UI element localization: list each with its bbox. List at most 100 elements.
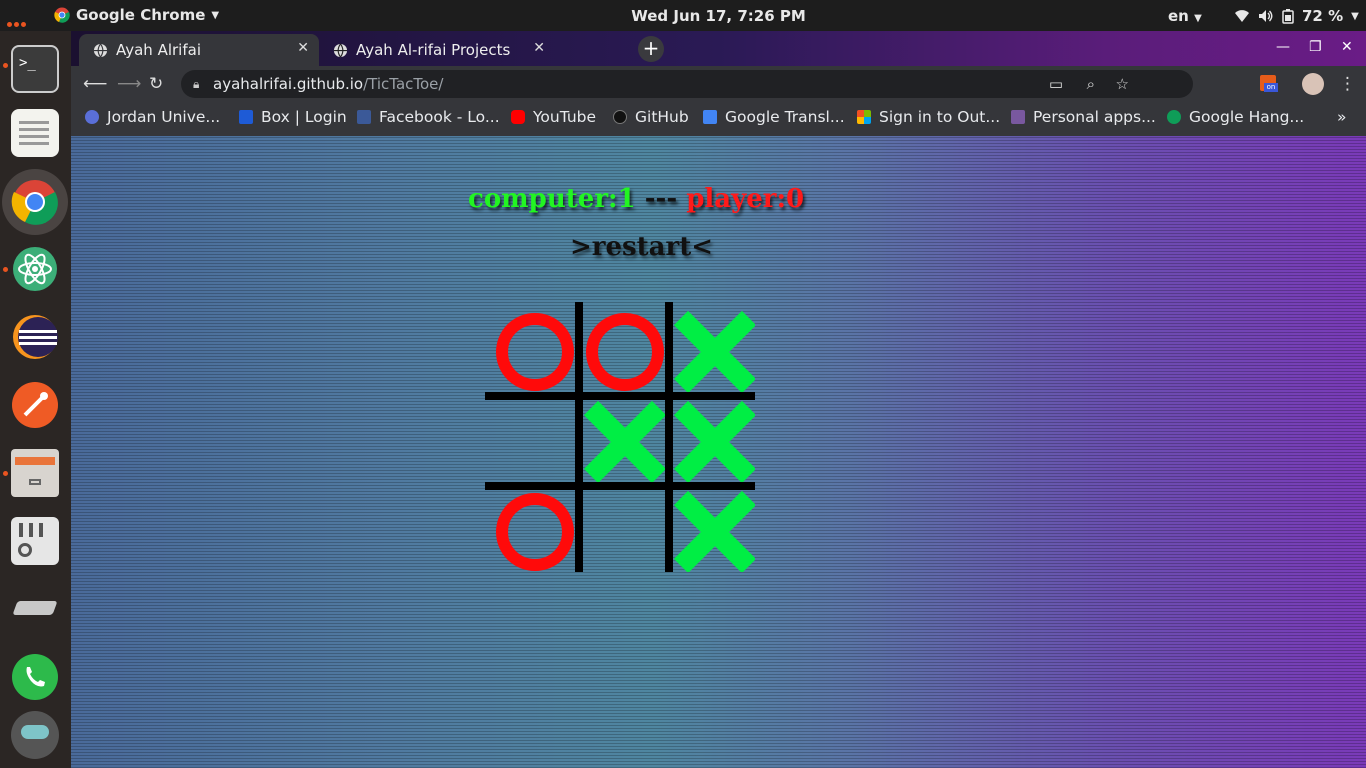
score-separator: --- bbox=[635, 184, 687, 214]
globe-icon bbox=[93, 43, 108, 57]
board-cell[interactable] bbox=[575, 302, 665, 392]
globe-icon bbox=[333, 43, 348, 57]
atom-icon[interactable] bbox=[11, 245, 59, 293]
bookmark-label: Sign in to Out... bbox=[879, 108, 1001, 126]
forward-icon[interactable]: ⟶ bbox=[117, 74, 141, 94]
back-icon[interactable]: ⟵ bbox=[83, 74, 107, 94]
chevron-down-icon: ▼ bbox=[1194, 13, 1202, 24]
bookmarks-bar: Jordan Unive... Box | Login Facebook - L… bbox=[71, 102, 1366, 136]
browser-toolbar: ⟵ ⟶ ↻ 🔒︎ ayahalrifai.github.io/TicTacToe… bbox=[71, 66, 1366, 102]
translate-icon bbox=[703, 110, 717, 124]
university-icon bbox=[85, 110, 99, 124]
board-cell[interactable] bbox=[665, 302, 757, 394]
wifi-icon bbox=[1235, 10, 1249, 22]
tab-ayah-alrifai[interactable]: Ayah Alrifai ✕ bbox=[79, 34, 319, 66]
bookmark-youtube[interactable]: YouTube bbox=[511, 108, 596, 126]
tictactoe-board bbox=[485, 302, 757, 574]
lock-icon: 🔒︎ bbox=[193, 77, 200, 91]
o-mark bbox=[496, 313, 574, 391]
box-icon bbox=[239, 110, 253, 124]
close-icon[interactable]: ✕ bbox=[533, 40, 545, 56]
url-host: ayahalrifai.github.io bbox=[213, 75, 364, 93]
bookmark-label: GitHub bbox=[635, 108, 689, 126]
system-top-bar: Google Chrome ▼ Wed Jun 17, 7:26 PM en ▼… bbox=[0, 0, 1366, 31]
bookmark-label: Personal apps... bbox=[1033, 108, 1156, 126]
bookmark-jordan-university[interactable]: Jordan Unive... bbox=[85, 108, 220, 126]
url-path: /TicTacToe/ bbox=[363, 75, 444, 93]
score-display: computer:1 --- player:0 bbox=[468, 184, 804, 214]
language-indicator[interactable]: en ▼ bbox=[1168, 7, 1202, 25]
bookmark-box[interactable]: Box | Login bbox=[239, 108, 347, 126]
player-score: player:0 bbox=[686, 184, 805, 214]
board-cell[interactable] bbox=[485, 392, 575, 482]
battery-percent: 72 % bbox=[1302, 7, 1344, 25]
whatsapp-icon[interactable] bbox=[11, 653, 59, 701]
bookmark-star-icon[interactable]: ☆ bbox=[1116, 70, 1129, 98]
tab-label: Ayah Al-rifai Projects bbox=[356, 41, 511, 59]
x-mark bbox=[673, 400, 757, 484]
settings-mixer-icon[interactable] bbox=[11, 517, 59, 565]
bookmark-label: YouTube bbox=[533, 108, 597, 126]
zoom-icon[interactable]: ⌕ bbox=[1087, 70, 1095, 98]
restart-button[interactable]: >restart< bbox=[570, 232, 713, 262]
bookmark-label: Jordan Unive... bbox=[107, 108, 221, 126]
terminal-icon[interactable]: >_ bbox=[11, 45, 59, 93]
o-mark bbox=[496, 493, 574, 571]
bookmark-google-translate[interactable]: Google Transl... bbox=[703, 108, 845, 126]
bookmark-label: Google Transl... bbox=[725, 108, 845, 126]
github-icon bbox=[613, 110, 627, 124]
bookmark-hangouts[interactable]: Google Hang... bbox=[1167, 108, 1304, 126]
heroku-icon bbox=[1011, 110, 1025, 124]
postman-icon[interactable] bbox=[11, 381, 59, 429]
chrome-icon[interactable] bbox=[11, 178, 59, 226]
tab-projects[interactable]: Ayah Al-rifai Projects ✕ bbox=[319, 34, 555, 66]
x-mark bbox=[673, 310, 757, 394]
minimize-icon[interactable]: — bbox=[1276, 39, 1290, 55]
maximize-icon[interactable]: ❐ bbox=[1309, 39, 1322, 55]
extension-icon[interactable]: on bbox=[1260, 75, 1278, 92]
new-tab-button[interactable]: + bbox=[638, 36, 664, 62]
tab-label: Ayah Alrifai bbox=[116, 41, 201, 59]
address-bar[interactable]: 🔒︎ ayahalrifai.github.io/TicTacToe/ ▭ ⌕ … bbox=[181, 70, 1193, 98]
board-cell[interactable] bbox=[485, 302, 575, 392]
bookmark-heroku[interactable]: Personal apps... bbox=[1011, 108, 1156, 126]
board-cell[interactable] bbox=[665, 482, 757, 574]
x-mark bbox=[673, 490, 757, 574]
close-icon[interactable]: ✕ bbox=[297, 40, 309, 56]
profile-avatar[interactable] bbox=[1302, 73, 1324, 95]
eclipse-icon[interactable] bbox=[11, 313, 59, 361]
board-cell[interactable] bbox=[575, 392, 667, 484]
page-content: computer:1 --- player:0 >restart< bbox=[71, 136, 1366, 768]
board-cell[interactable] bbox=[575, 482, 665, 572]
tab-strip: Ayah Alrifai ✕ Ayah Al-rifai Projects ✕ … bbox=[71, 31, 1366, 66]
battery-icon bbox=[1282, 8, 1294, 24]
avatar-icon[interactable] bbox=[11, 711, 59, 759]
bookmark-label: Google Hang... bbox=[1189, 108, 1305, 126]
launcher-dock: >_ bbox=[0, 31, 71, 768]
menu-kebab-icon[interactable]: ⋮ bbox=[1339, 74, 1356, 94]
cast-icon[interactable]: ▭ bbox=[1049, 70, 1063, 98]
o-mark bbox=[586, 313, 664, 391]
computer-score: computer:1 bbox=[468, 184, 636, 214]
bookmark-facebook[interactable]: Facebook - Lo... bbox=[357, 108, 500, 126]
bookmark-github[interactable]: GitHub bbox=[613, 108, 689, 126]
board-cell[interactable] bbox=[485, 482, 575, 572]
board-cell[interactable] bbox=[665, 392, 757, 484]
reload-icon[interactable]: ↻ bbox=[149, 74, 163, 94]
youtube-icon bbox=[511, 110, 525, 124]
text-editor-icon[interactable] bbox=[11, 109, 59, 157]
system-tray[interactable]: 72 % ▼ bbox=[1234, 7, 1359, 25]
microsoft-icon bbox=[857, 110, 871, 124]
facebook-icon bbox=[357, 110, 371, 124]
files-icon[interactable] bbox=[11, 449, 59, 497]
system-tools-icon[interactable] bbox=[11, 585, 59, 633]
bookmark-outlook[interactable]: Sign in to Out... bbox=[857, 108, 1000, 126]
clock[interactable]: Wed Jun 17, 7:26 PM bbox=[0, 7, 1366, 25]
bookmark-label: Box | Login bbox=[261, 108, 347, 126]
more-bookmarks-icon[interactable]: » bbox=[1337, 108, 1346, 126]
chevron-down-icon: ▼ bbox=[1351, 10, 1359, 22]
x-mark bbox=[583, 400, 667, 484]
hangouts-icon bbox=[1167, 110, 1181, 124]
close-window-icon[interactable]: ✕ bbox=[1341, 39, 1353, 55]
language-label: en bbox=[1168, 7, 1189, 25]
